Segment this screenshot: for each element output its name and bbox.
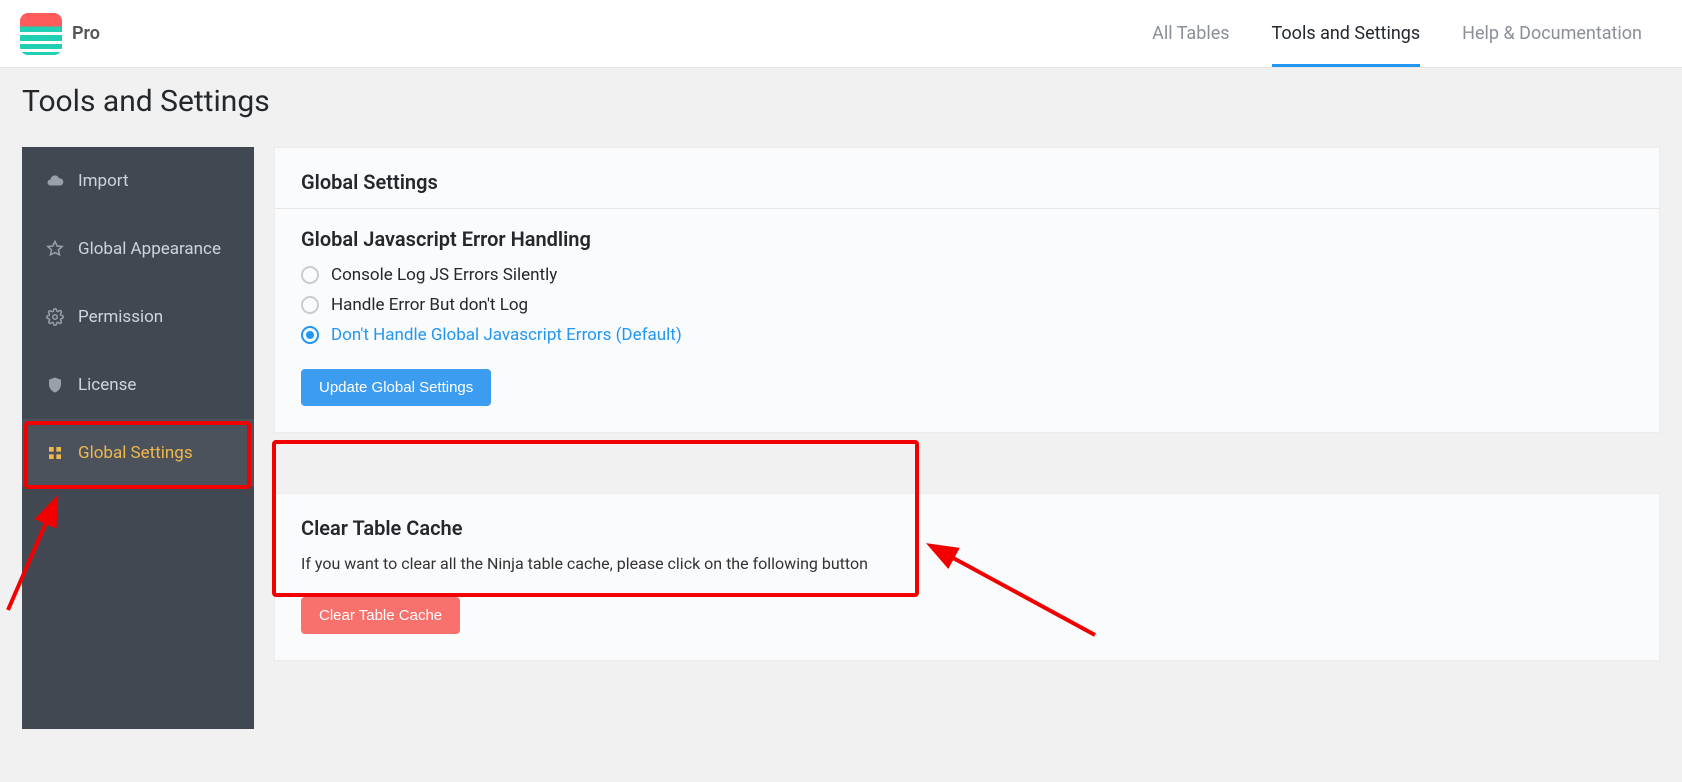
top-nav: All Tables Tools and Settings Help & Doc… [1152,0,1642,67]
sidebar-item-label: Import [78,171,129,191]
sidebar-item-label: Global Appearance [78,239,221,259]
update-global-settings-button[interactable]: Update Global Settings [301,369,491,406]
radio-icon [301,296,319,314]
cloud-icon [46,172,64,190]
radio-label: Console Log JS Errors Silently [331,265,557,285]
error-section-title: Global Javascript Error Handling [301,227,1633,251]
sidebar-item-global-appearance[interactable]: Global Appearance [22,215,254,283]
nav-label: Tools and Settings [1272,23,1421,44]
page-title: Tools and Settings [0,68,1682,147]
brand-logo-icon [20,13,62,55]
radio-handle-no-log[interactable]: Handle Error But don't Log [301,295,1633,315]
brand: Pro [20,13,100,55]
cache-section-title: Clear Table Cache [301,516,1633,540]
cache-section-description: If you want to clear all the Ninja table… [301,554,1633,573]
sidebar-item-import[interactable]: Import [22,147,254,215]
sidebar-item-label: Permission [78,307,163,327]
sidebar-item-label: Global Settings [78,443,193,463]
sidebar: Import Global Appearance Permission Lice… [22,147,254,729]
nav-all-tables[interactable]: All Tables [1152,0,1229,67]
panel-title: Global Settings [301,170,1633,194]
global-settings-panel: Global Settings Global Javascript Error … [274,147,1660,433]
gear-icon [46,308,64,326]
clear-table-cache-button[interactable]: Clear Table Cache [301,597,460,634]
sidebar-item-license[interactable]: License [22,351,254,419]
radio-dont-handle-default[interactable]: Don't Handle Global Javascript Errors (D… [301,325,1633,345]
top-bar: Pro All Tables Tools and Settings Help &… [0,0,1682,68]
brand-label: Pro [72,23,100,44]
sidebar-item-label: License [78,375,136,395]
star-icon [46,240,64,258]
clear-cache-panel: Clear Table Cache If you want to clear a… [274,493,1660,661]
nav-label: Help & Documentation [1462,23,1642,44]
content-area: Global Settings Global Javascript Error … [274,147,1660,721]
divider [275,208,1659,209]
shield-icon [46,376,64,394]
radio-console-log-silently[interactable]: Console Log JS Errors Silently [301,265,1633,285]
sidebar-item-permission[interactable]: Permission [22,283,254,351]
nav-help-docs[interactable]: Help & Documentation [1462,0,1642,67]
radio-label: Don't Handle Global Javascript Errors (D… [331,325,682,345]
radio-label: Handle Error But don't Log [331,295,528,315]
sidebar-item-global-settings[interactable]: Global Settings [22,419,254,487]
nav-label: All Tables [1152,23,1229,44]
radio-icon [301,326,319,344]
nav-tools-settings[interactable]: Tools and Settings [1272,0,1421,67]
grid-icon [46,444,64,462]
radio-icon [301,266,319,284]
